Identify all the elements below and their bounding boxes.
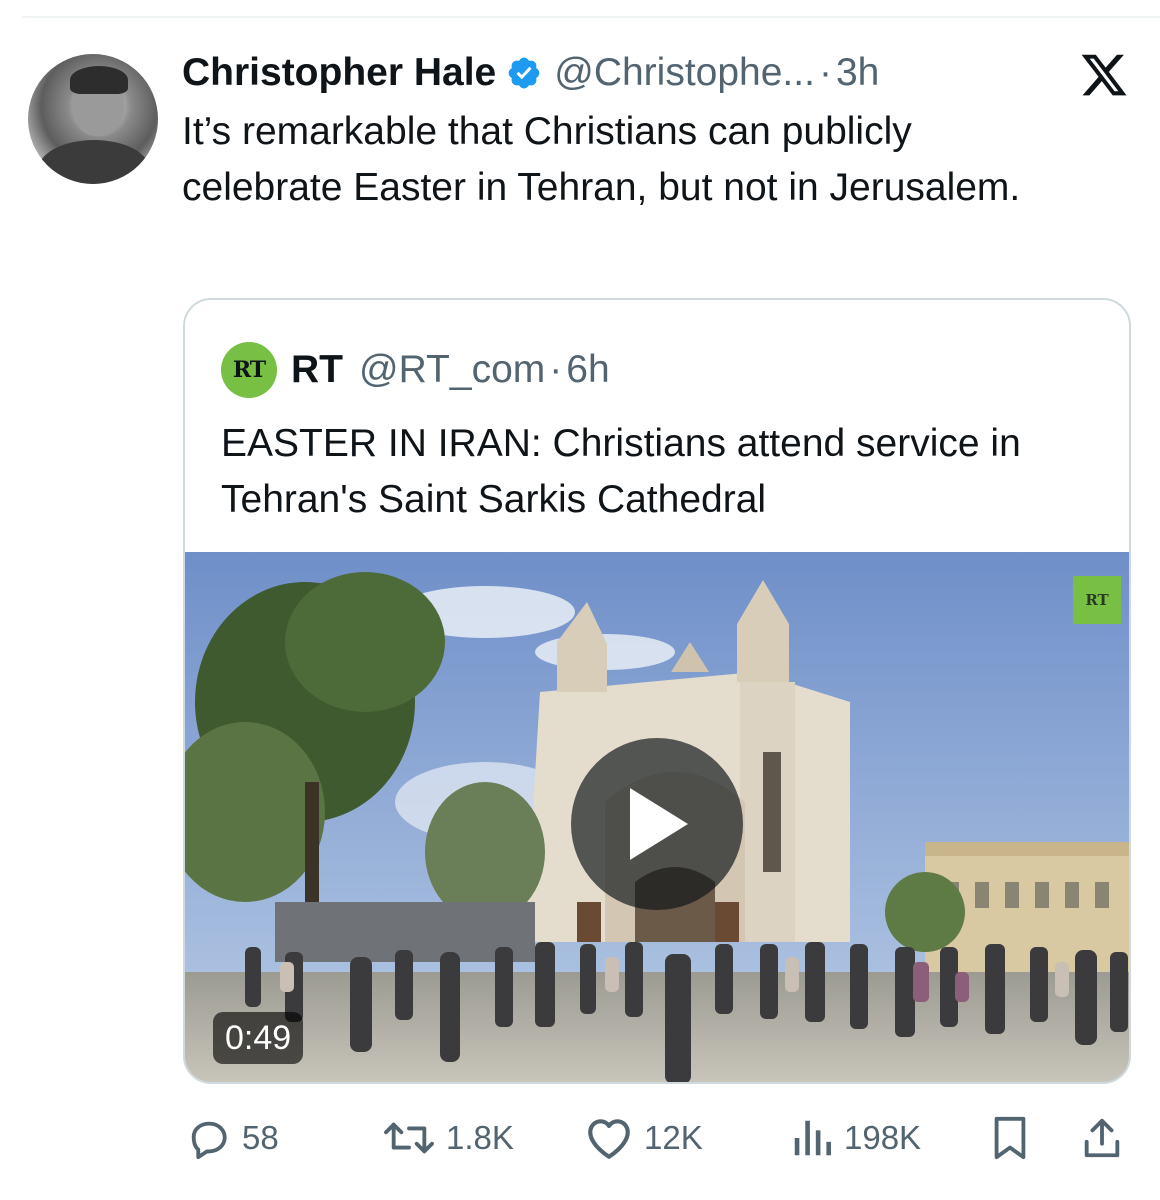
- top-divider: [22, 16, 1160, 18]
- play-icon: [630, 788, 688, 860]
- bookmark-button[interactable]: [990, 1110, 1030, 1166]
- views-button[interactable]: 198K: [790, 1110, 921, 1166]
- like-count: 12K: [644, 1119, 703, 1156]
- quoted-tweet-time[interactable]: 6h: [566, 348, 609, 392]
- quoted-tweet-header: RT RT @RT_com · 6h: [221, 342, 610, 398]
- rt-watermark-logo: RT: [1073, 576, 1121, 624]
- quoted-avatar[interactable]: RT: [221, 342, 277, 398]
- quoted-tweet-text: EASTER IN IRAN: Christians attend servic…: [221, 422, 1021, 521]
- author-handle[interactable]: @Christophe...: [554, 51, 815, 95]
- repost-icon: [384, 1122, 434, 1154]
- video-player[interactable]: RT 0:49: [185, 552, 1129, 1082]
- reply-count: 58: [242, 1119, 279, 1156]
- reply-icon: [191, 1121, 227, 1160]
- avatar[interactable]: [28, 54, 158, 184]
- video-duration: 0:49: [213, 1012, 304, 1064]
- tweet-text: It’s remarkable that Christians can publ…: [182, 110, 1021, 209]
- share-button[interactable]: [1080, 1110, 1124, 1166]
- quoted-tweet[interactable]: RT RT @RT_com · 6h EASTER IN IRAN: Chris…: [183, 298, 1131, 1084]
- tweet-header: Christopher Hale @Christophe... · 3h: [182, 48, 879, 98]
- quoted-author-name[interactable]: RT: [291, 348, 343, 392]
- repost-button[interactable]: 1.8K: [382, 1110, 514, 1166]
- reply-button[interactable]: 58: [186, 1110, 279, 1166]
- play-button[interactable]: [571, 738, 743, 910]
- views-icon: [794, 1120, 831, 1156]
- bookmark-icon: [994, 1116, 1026, 1160]
- quoted-author-handle[interactable]: @RT_com: [359, 348, 545, 392]
- author-name[interactable]: Christopher Hale: [182, 51, 496, 95]
- share-icon: [1084, 1118, 1120, 1158]
- repost-count: 1.8K: [446, 1119, 514, 1156]
- views-count: 198K: [844, 1119, 922, 1156]
- verified-icon: [508, 57, 540, 89]
- separator-dot: ·: [818, 51, 832, 94]
- tweet-actions: 58 1.8K 12K 198K: [0, 1110, 1160, 1166]
- separator-dot: ·: [549, 348, 563, 391]
- like-icon: [588, 1119, 630, 1159]
- tweet-time[interactable]: 3h: [836, 51, 879, 95]
- like-button[interactable]: 12K: [584, 1110, 703, 1166]
- x-logo-icon[interactable]: [1078, 50, 1130, 100]
